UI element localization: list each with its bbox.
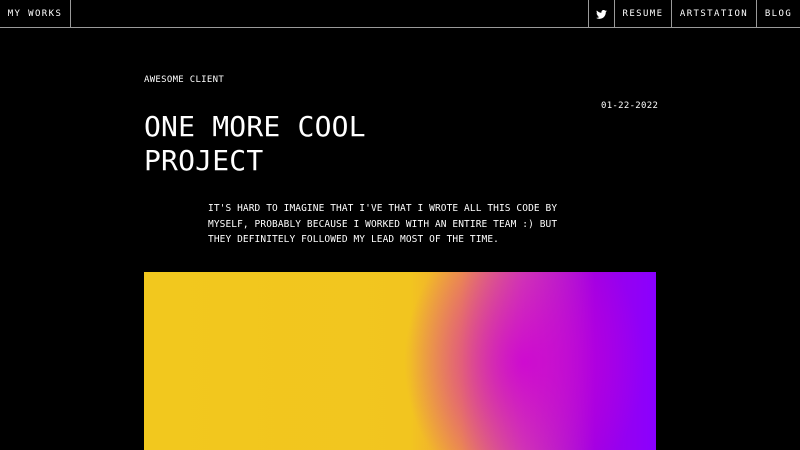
top-navigation-bar: MY WORKS RESUME ARTSTATION BLOG <box>0 0 800 28</box>
project-title: ONE MORE COOL PROJECT <box>144 110 366 177</box>
twitter-link[interactable] <box>588 0 615 28</box>
blog-link[interactable]: BLOG <box>757 0 800 28</box>
client-name: AWESOME CLIENT <box>144 75 225 85</box>
twitter-icon <box>596 9 607 19</box>
artstation-link[interactable]: ARTSTATION <box>672 0 757 28</box>
project-date: 01-22-2022 <box>601 101 659 111</box>
resume-link[interactable]: RESUME <box>615 0 672 28</box>
project-description: IT'S HARD TO IMAGINE THAT I'VE THAT I WR… <box>208 203 558 245</box>
my-works-link[interactable]: MY WORKS <box>0 0 71 28</box>
project-hero-image <box>144 272 656 450</box>
